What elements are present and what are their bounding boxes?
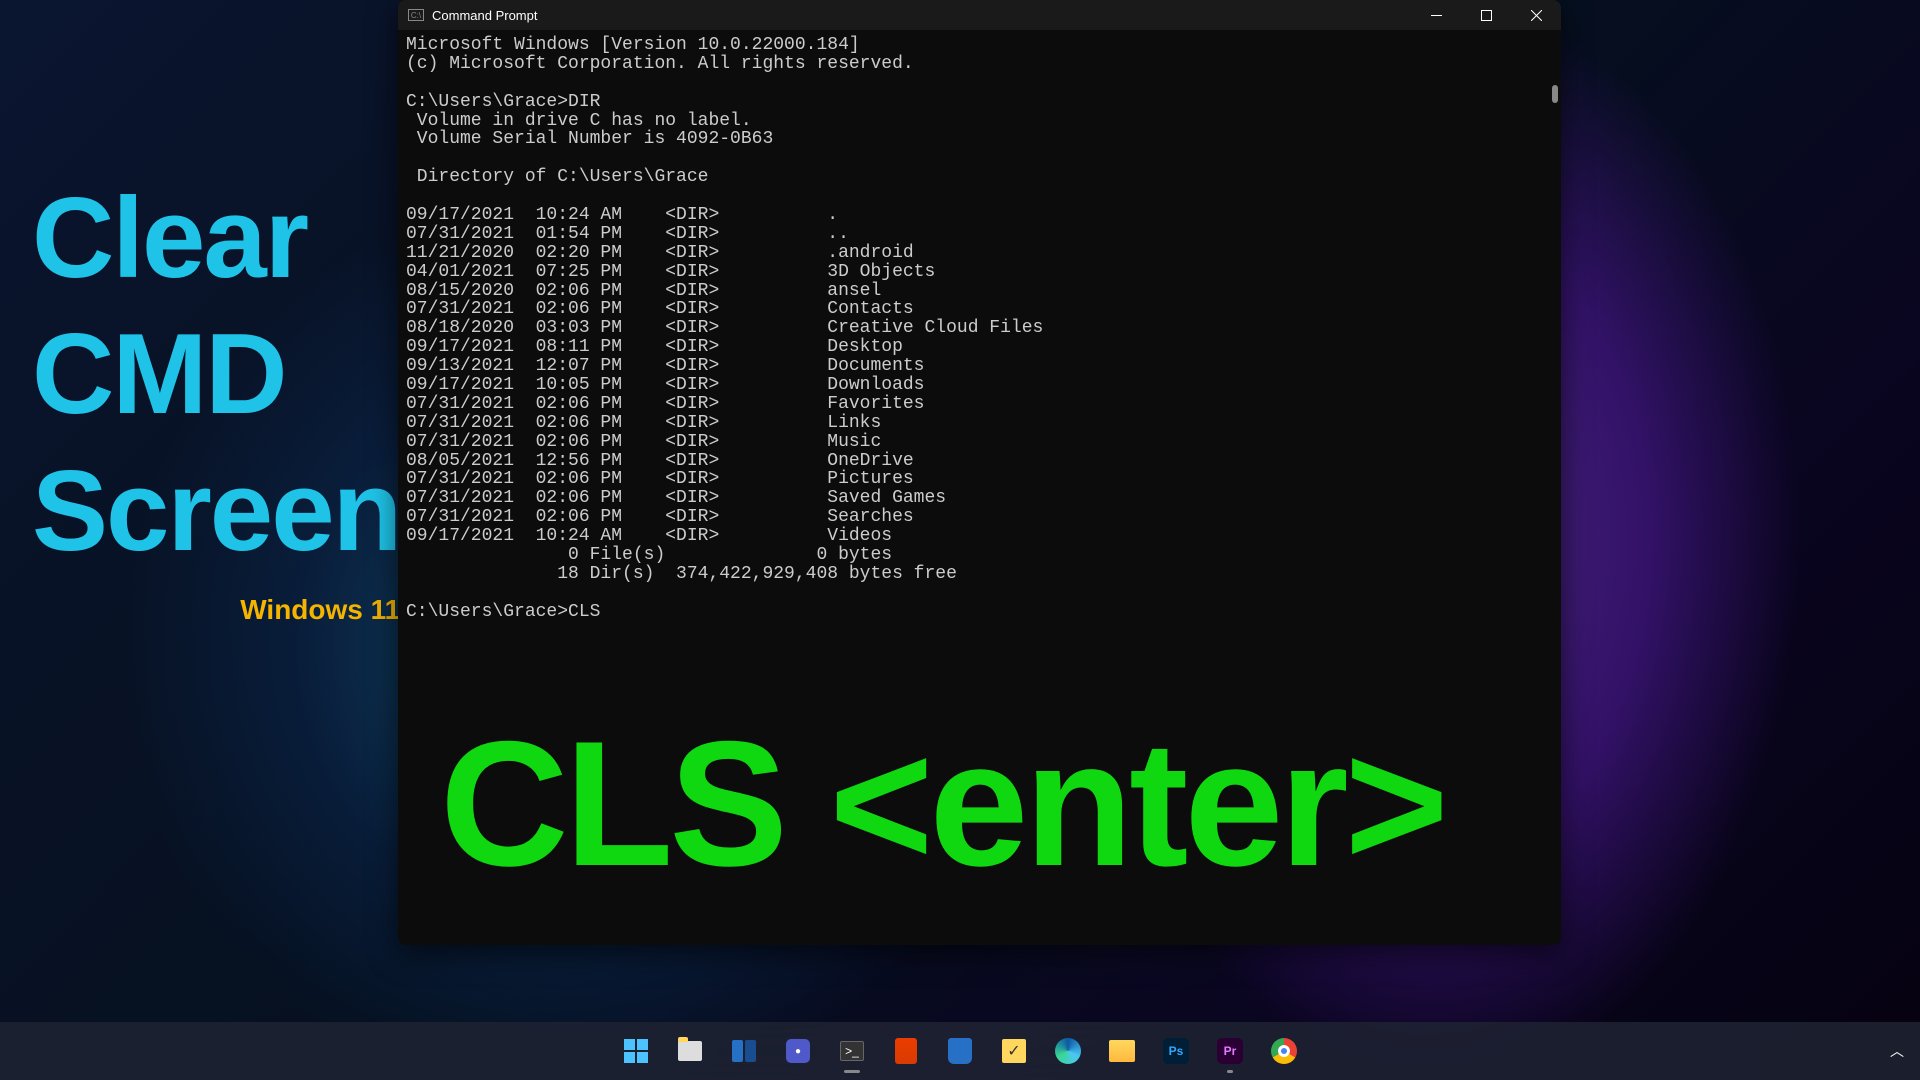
teams-icon: ● bbox=[784, 1037, 812, 1065]
dir-entry: 07/31/2021 02:06 PM <DIR> Pictures bbox=[406, 469, 914, 489]
dir-entry: 07/31/2021 02:06 PM <DIR> Saved Games bbox=[406, 488, 946, 508]
dir-entry: 07/31/2021 02:06 PM <DIR> Contacts bbox=[406, 299, 914, 319]
widgets-icon bbox=[730, 1037, 758, 1065]
windows-logo-icon bbox=[624, 1039, 648, 1063]
maximize-button[interactable] bbox=[1461, 0, 1511, 30]
chrome-icon bbox=[1270, 1037, 1298, 1065]
dir-entry: 07/31/2021 02:06 PM <DIR> Favorites bbox=[406, 394, 924, 414]
dir-entry: 07/31/2021 02:06 PM <DIR> Searches bbox=[406, 507, 914, 527]
edge-icon bbox=[1054, 1037, 1082, 1065]
close-button[interactable] bbox=[1511, 0, 1561, 30]
file-explorer-button[interactable] bbox=[1098, 1027, 1146, 1075]
dir-entry: 08/18/2020 03:03 PM <DIR> Creative Cloud… bbox=[406, 318, 1043, 338]
taskbar-apps: ● >_ ✓ Ps Pr bbox=[612, 1027, 1308, 1075]
dir-entry: 08/05/2021 12:56 PM <DIR> OneDrive bbox=[406, 451, 914, 471]
tray-overflow-icon[interactable]: ︿ bbox=[1890, 1041, 1904, 1061]
dir-entry: 07/31/2021 02:06 PM <DIR> Links bbox=[406, 413, 881, 433]
office-icon bbox=[892, 1037, 920, 1065]
terminal-header-2: (c) Microsoft Corporation. All rights re… bbox=[406, 54, 914, 74]
widgets-button[interactable] bbox=[720, 1027, 768, 1075]
big-cls-annotation: CLS <enter> bbox=[440, 715, 1445, 893]
caption-line-1: Clear bbox=[32, 185, 400, 293]
terminal-app-button[interactable]: >_ bbox=[828, 1027, 876, 1075]
terminal-prompt-cls: C:\Users\Grace>CLS bbox=[406, 602, 600, 622]
titlebar[interactable]: C:\ Command Prompt bbox=[398, 0, 1561, 30]
dir-summary-files: 0 File(s) 0 bytes bbox=[406, 545, 892, 565]
terminal-volume-2: Volume Serial Number is 4092-0B63 bbox=[406, 129, 773, 149]
task-view-icon bbox=[676, 1037, 704, 1065]
dir-entry: 07/31/2021 02:06 PM <DIR> Music bbox=[406, 432, 881, 452]
dir-summary-dirs: 18 Dir(s) 374,422,929,408 bytes free bbox=[406, 564, 957, 584]
terminal-directory-of: Directory of C:\Users\Grace bbox=[406, 167, 708, 187]
start-button[interactable] bbox=[612, 1027, 660, 1075]
edge-button[interactable] bbox=[1044, 1027, 1092, 1075]
dir-entry: 09/13/2021 12:07 PM <DIR> Documents bbox=[406, 356, 924, 376]
tips-icon bbox=[946, 1037, 974, 1065]
photoshop-icon: Ps bbox=[1162, 1037, 1190, 1065]
terminal-prompt-dir: C:\Users\Grace>DIR bbox=[406, 92, 600, 112]
teams-chat-button[interactable]: ● bbox=[774, 1027, 822, 1075]
chrome-button[interactable] bbox=[1260, 1027, 1308, 1075]
caption-subtitle: Windows 11 bbox=[32, 594, 400, 626]
caption-line-2: CMD bbox=[32, 321, 400, 429]
task-view-button[interactable] bbox=[666, 1027, 714, 1075]
dir-entry: 09/17/2021 10:24 AM <DIR> . bbox=[406, 205, 838, 225]
terminal-icon: >_ bbox=[838, 1037, 866, 1065]
dir-entry: 04/01/2021 07:25 PM <DIR> 3D Objects bbox=[406, 262, 935, 282]
system-tray[interactable]: ︿ bbox=[1890, 1041, 1904, 1061]
office-app-button[interactable] bbox=[882, 1027, 930, 1075]
premiere-icon: Pr bbox=[1216, 1037, 1244, 1065]
window-buttons bbox=[1411, 0, 1561, 30]
taskbar[interactable]: ● >_ ✓ Ps Pr ︿ bbox=[0, 1022, 1920, 1080]
premiere-button[interactable]: Pr bbox=[1206, 1027, 1254, 1075]
sticky-notes-button[interactable]: ✓ bbox=[990, 1027, 1038, 1075]
dir-entry: 07/31/2021 01:54 PM <DIR> .. bbox=[406, 224, 849, 244]
scrollbar-thumb[interactable] bbox=[1552, 85, 1558, 103]
folder-icon bbox=[1108, 1037, 1136, 1065]
sticky-notes-icon: ✓ bbox=[1000, 1037, 1028, 1065]
cmd-icon: C:\ bbox=[408, 9, 424, 21]
dir-entry: 09/17/2021 08:11 PM <DIR> Desktop bbox=[406, 337, 903, 357]
dir-entry: 11/21/2020 02:20 PM <DIR> .android bbox=[406, 243, 914, 263]
tips-app-button[interactable] bbox=[936, 1027, 984, 1075]
caption-line-3: Screen bbox=[32, 458, 400, 566]
dir-entry: 08/15/2020 02:06 PM <DIR> ansel bbox=[406, 281, 881, 301]
window-title: Command Prompt bbox=[432, 8, 1411, 23]
dir-entry: 09/17/2021 10:24 AM <DIR> Videos bbox=[406, 526, 892, 546]
minimize-button[interactable] bbox=[1411, 0, 1461, 30]
photoshop-button[interactable]: Ps bbox=[1152, 1027, 1200, 1075]
terminal-volume-1: Volume in drive C has no label. bbox=[406, 111, 752, 131]
dir-entry: 09/17/2021 10:05 PM <DIR> Downloads bbox=[406, 375, 924, 395]
tutorial-caption: Clear CMD Screen Windows 11 bbox=[32, 185, 400, 626]
terminal-header-1: Microsoft Windows [Version 10.0.22000.18… bbox=[406, 35, 860, 55]
